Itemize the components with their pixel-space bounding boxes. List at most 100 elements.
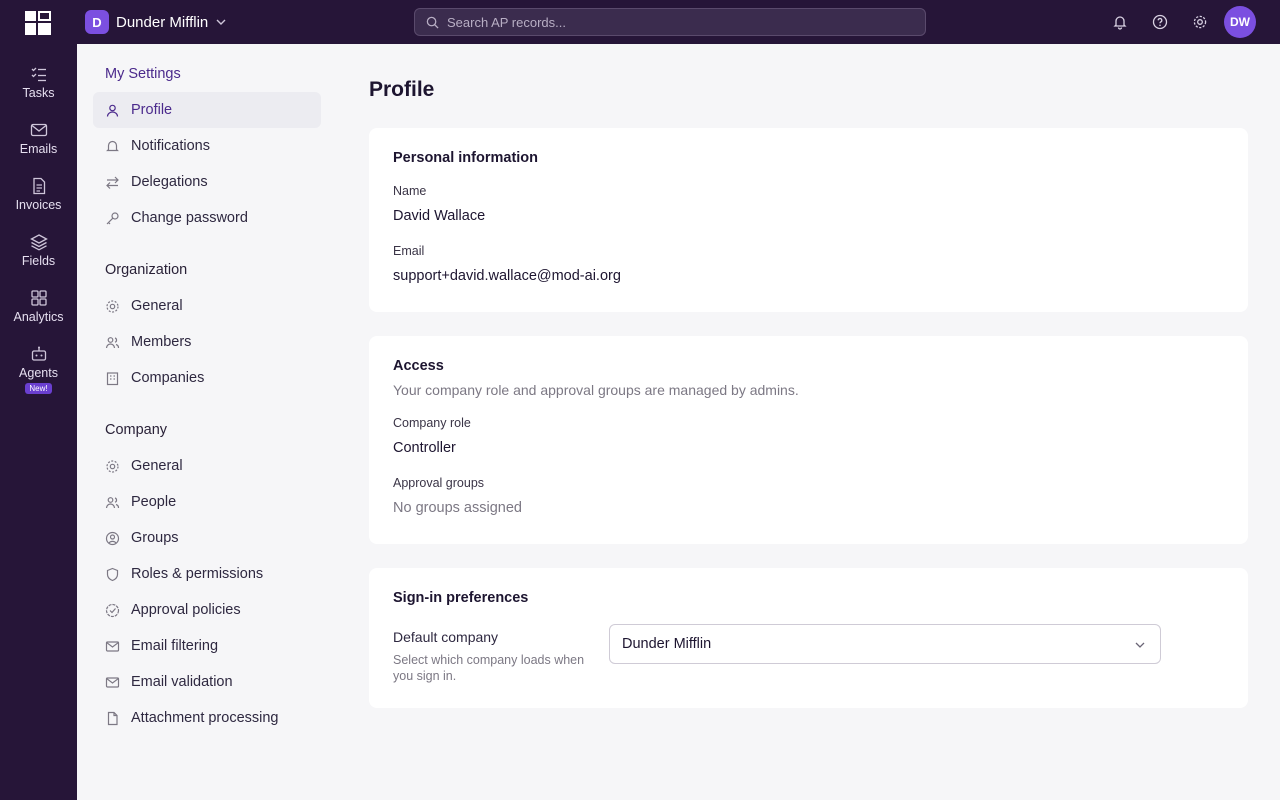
nav-item-label: Email validation — [131, 674, 233, 690]
nav-item-label: Notifications — [131, 138, 210, 154]
new-badge: New! — [25, 383, 52, 394]
gear-icon[interactable] — [1190, 12, 1210, 32]
nav-item-label: General — [131, 458, 183, 474]
nav-item-delegations[interactable]: Delegations — [93, 164, 321, 200]
user-circle-icon — [105, 531, 120, 546]
search-bar[interactable] — [414, 8, 926, 36]
nav-item-attachment-processing[interactable]: Attachment processing — [93, 700, 321, 736]
access-description: Your company role and approval groups ar… — [393, 382, 799, 398]
approval-groups-value: No groups assigned — [393, 500, 522, 516]
search-icon — [426, 16, 439, 29]
file-icon — [105, 711, 120, 726]
workspace-badge: D — [85, 10, 109, 34]
mail-icon — [105, 639, 120, 654]
nav-item-email-validation[interactable]: Email validation — [93, 664, 321, 700]
search-input[interactable] — [447, 14, 907, 30]
nav-item-companies[interactable]: Companies — [93, 360, 321, 396]
approval-groups-label: Approval groups — [393, 476, 485, 490]
nav-item-label: Groups — [131, 530, 179, 546]
card-title: Sign-in preferences — [393, 590, 529, 606]
nav-item-label: People — [131, 494, 177, 510]
app-logo-icon[interactable] — [25, 11, 51, 35]
nav-item-profile[interactable]: Profile — [93, 92, 321, 128]
company-role-label: Company role — [393, 416, 471, 430]
nav-item-label: Companies — [131, 370, 205, 386]
nav-item-label: Delegations — [131, 174, 208, 190]
name-label: Name — [393, 184, 427, 198]
nav-item-label: Roles & permissions — [131, 566, 264, 582]
bell-icon[interactable] — [1110, 12, 1130, 32]
section-organization: Organization — [105, 262, 188, 278]
nav-item-roles-permissions[interactable]: Roles & permissions — [93, 556, 321, 592]
arrows-swap-icon — [105, 175, 120, 190]
nav-item-label: General — [131, 298, 183, 314]
nav-item-people[interactable]: People — [93, 484, 321, 520]
workspace-name: Dunder Mifflin — [116, 13, 209, 31]
nav-item-change-password[interactable]: Change password — [93, 200, 321, 236]
mail-icon — [30, 123, 47, 137]
workspace-switcher[interactable]: D Dunder Mifflin — [85, 10, 226, 34]
rail-label: Tasks — [22, 86, 55, 100]
robot-icon — [31, 346, 46, 361]
nav-item-email-filtering[interactable]: Email filtering — [93, 628, 321, 664]
name-value: David Wallace — [393, 208, 486, 224]
rail-item-analytics[interactable]: Analytics — [0, 288, 77, 324]
default-company-label: Default company — [393, 629, 499, 645]
rail-item-invoices[interactable]: Invoices — [0, 176, 77, 212]
bell-icon — [105, 139, 120, 154]
rail-label: Fields — [21, 254, 56, 268]
nav-item-company-general[interactable]: General — [93, 448, 321, 484]
help-icon[interactable] — [1150, 12, 1170, 32]
users-icon — [105, 335, 120, 350]
nav-item-groups[interactable]: Groups — [93, 520, 321, 556]
building-icon — [105, 371, 120, 386]
nav-item-label: Members — [131, 334, 192, 350]
nav-item-org-general[interactable]: General — [93, 288, 321, 324]
rail-item-agents[interactable]: Agents New! — [0, 344, 77, 394]
mail-icon — [105, 675, 120, 690]
rail-label: Emails — [19, 142, 58, 156]
nav-item-notifications[interactable]: Notifications — [93, 128, 321, 164]
main-content: Profile Personal information Name David … — [345, 44, 1280, 800]
rail-item-tasks[interactable]: Tasks — [0, 64, 77, 100]
nav-item-label: Email filtering — [131, 638, 219, 654]
top-bar: D Dunder Mifflin DW — [0, 0, 1280, 44]
section-my-settings: My Settings — [105, 66, 181, 82]
access-card: Access Your company role and approval gr… — [369, 336, 1248, 544]
nav-item-label: Change password — [131, 210, 248, 226]
default-company-select[interactable]: Dunder Mifflin — [609, 624, 1161, 664]
layers-icon — [29, 234, 48, 251]
email-label: Email — [393, 244, 425, 258]
nav-item-approval-policies[interactable]: Approval policies — [93, 592, 321, 628]
default-company-help: Select which company loads when you sign… — [393, 653, 585, 683]
gear-icon — [105, 459, 120, 474]
primary-nav-rail: Tasks Emails Invoices Fields Analytics A… — [0, 44, 77, 800]
nav-item-label: Profile — [131, 102, 173, 118]
signin-preferences-card: Sign-in preferences Default company Sele… — [369, 568, 1248, 708]
users-icon — [105, 495, 120, 510]
document-icon — [32, 177, 45, 195]
section-company: Company — [105, 422, 168, 438]
gear-icon — [105, 299, 120, 314]
key-icon — [105, 211, 120, 226]
email-value: support+david.wallace@mod-ai.org — [393, 268, 621, 284]
rail-item-fields[interactable]: Fields — [0, 232, 77, 268]
user-icon — [105, 103, 120, 118]
nav-item-label: Approval policies — [131, 602, 241, 618]
company-role-value: Controller — [393, 440, 456, 456]
rail-label: Agents — [19, 366, 58, 380]
user-avatar[interactable]: DW — [1224, 6, 1256, 38]
nav-item-label: Attachment processing — [131, 710, 279, 726]
chevron-down-icon — [1135, 642, 1145, 648]
nav-item-members[interactable]: Members — [93, 324, 321, 360]
select-value: Dunder Mifflin — [622, 636, 712, 652]
shield-icon — [105, 567, 120, 582]
settings-nav: My Settings Profile Notifications Delega… — [77, 44, 345, 800]
rail-label: Analytics — [13, 310, 64, 324]
chevron-down-icon — [216, 17, 226, 27]
grid-icon — [30, 290, 47, 306]
tasks-icon — [31, 67, 46, 82]
check-badge-icon — [105, 603, 120, 618]
personal-info-card: Personal information Name David Wallace … — [369, 128, 1248, 312]
rail-item-emails[interactable]: Emails — [0, 120, 77, 156]
